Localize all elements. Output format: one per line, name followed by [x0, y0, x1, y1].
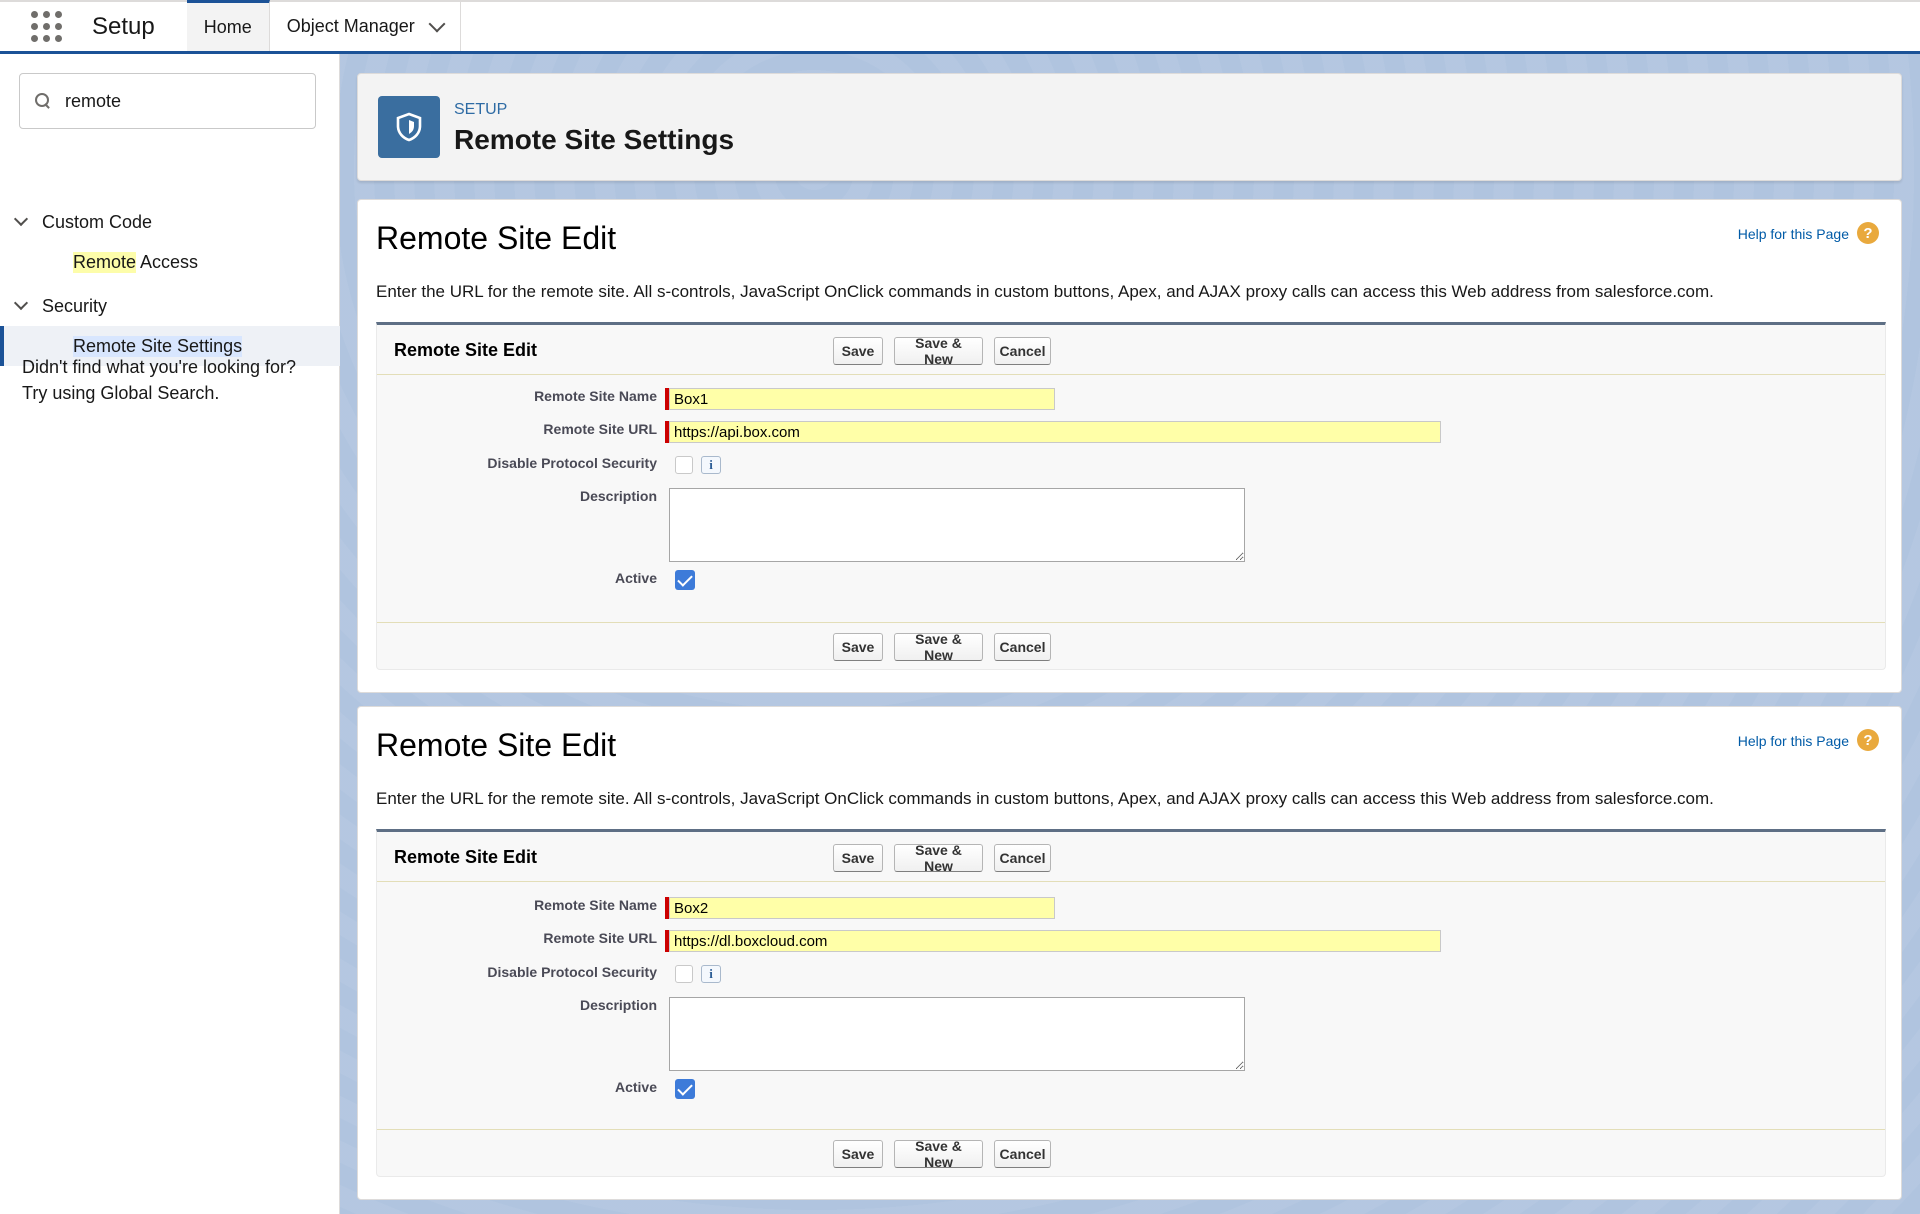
setup-sidebar: Custom Code Remote Access Security Remot…: [0, 54, 340, 1214]
edit-block: Remote Site Edit Save Save & New Cancel …: [376, 829, 1886, 1177]
cancel-button[interactable]: Cancel: [994, 1140, 1051, 1168]
block-header: Remote Site Edit Save Save & New Cancel: [377, 325, 1885, 375]
description-label: Description: [579, 997, 657, 1013]
intro-text: Enter the URL for the remote site. All s…: [376, 282, 1714, 301]
remote-site-url-label: Remote Site URL: [543, 930, 657, 946]
info-icon[interactable]: i: [701, 456, 721, 474]
help-link[interactable]: Help for this Page: [1738, 733, 1849, 749]
remote-site-url-input[interactable]: [669, 421, 1441, 443]
remote-site-edit-card-1: Remote Site Edit Help for this Page ? En…: [357, 199, 1902, 693]
breadcrumb: SETUP: [454, 101, 508, 118]
page-header: SETUP Remote Site Settings: [357, 73, 1902, 181]
help-icon[interactable]: ?: [1857, 222, 1879, 244]
active-checkbox[interactable]: [675, 570, 695, 590]
tree-section-security[interactable]: Security: [0, 287, 340, 325]
active-label: Active: [614, 1079, 657, 1095]
quick-find-input[interactable]: [65, 90, 305, 112]
tab-object-manager[interactable]: Object Manager: [270, 2, 461, 51]
cancel-button[interactable]: Cancel: [994, 844, 1051, 872]
block-title: Remote Site Edit: [394, 847, 538, 867]
remote-site-name-input[interactable]: [669, 897, 1055, 919]
save-and-new-button[interactable]: Save & New: [894, 631, 983, 663]
info-icon[interactable]: i: [701, 965, 721, 983]
description-textarea[interactable]: [669, 488, 1245, 562]
description-textarea[interactable]: [669, 997, 1245, 1071]
card-title: Remote Site Edit: [376, 727, 617, 763]
tab-object-manager-label: Object Manager: [286, 16, 415, 36]
remote-site-url-label: Remote Site URL: [543, 421, 657, 437]
tree-section-label: Custom Code: [42, 211, 153, 232]
save-and-new-button[interactable]: Save & New: [894, 335, 983, 367]
disable-protocol-security-checkbox[interactable]: [675, 965, 693, 983]
block-header: Remote Site Edit Save Save & New Cancel: [377, 832, 1885, 882]
not-found-message: Didn't find what you're looking for? Try…: [22, 357, 297, 403]
remote-site-name-label: Remote Site Name: [534, 897, 657, 913]
cancel-button[interactable]: Cancel: [994, 633, 1051, 661]
shield-icon: [378, 96, 440, 158]
chevron-down-icon[interactable]: [428, 15, 446, 32]
sidebar-item-label: Access: [136, 251, 199, 272]
disable-protocol-security-checkbox[interactable]: [675, 456, 693, 474]
help-link[interactable]: Help for this Page: [1738, 226, 1849, 242]
save-button[interactable]: Save: [833, 1140, 883, 1168]
main-content: SETUP Remote Site Settings Remote Site E…: [340, 54, 1920, 1214]
remote-site-url-input[interactable]: [669, 930, 1441, 952]
intro-text: Enter the URL for the remote site. All s…: [376, 789, 1714, 808]
block-title: Remote Site Edit: [394, 340, 538, 360]
search-icon: [35, 93, 51, 109]
remote-site-edit-card-2: Remote Site Edit Help for this Page ? En…: [357, 706, 1902, 1200]
save-button[interactable]: Save: [833, 337, 883, 365]
card-title: Remote Site Edit: [376, 220, 617, 256]
active-checkbox[interactable]: [675, 1079, 695, 1099]
tab-home[interactable]: Home: [186, 0, 270, 51]
save-button[interactable]: Save: [833, 844, 883, 872]
remote-site-name-input[interactable]: [669, 388, 1055, 410]
remote-site-name-label: Remote Site Name: [534, 388, 657, 404]
edit-block: Remote Site Edit Save Save & New Cancel …: [376, 322, 1886, 670]
help-icon[interactable]: ?: [1857, 729, 1879, 751]
sidebar-item-remote-access[interactable]: Remote Access: [0, 242, 340, 282]
page-title: Remote Site Settings: [454, 124, 735, 155]
global-header: Setup Home Object Manager: [0, 0, 1920, 54]
search-match-highlight: Remote: [73, 251, 137, 273]
active-label: Active: [614, 570, 657, 586]
app-launcher-icon[interactable]: [0, 2, 92, 51]
save-and-new-button[interactable]: Save & New: [894, 842, 983, 874]
tree-section-label: Security: [42, 295, 108, 316]
chevron-down-icon[interactable]: [13, 211, 29, 227]
disable-protocol-security-label: Disable Protocol Security: [487, 455, 657, 471]
chevron-down-icon[interactable]: [13, 295, 29, 311]
quick-find: [19, 73, 316, 129]
app-name: Setup: [92, 12, 155, 40]
save-button[interactable]: Save: [833, 633, 883, 661]
cancel-button[interactable]: Cancel: [994, 337, 1051, 365]
description-label: Description: [579, 488, 657, 504]
disable-protocol-security-label: Disable Protocol Security: [487, 964, 657, 980]
save-and-new-button[interactable]: Save & New: [894, 1138, 983, 1170]
tree-section-custom-code[interactable]: Custom Code: [0, 203, 340, 241]
